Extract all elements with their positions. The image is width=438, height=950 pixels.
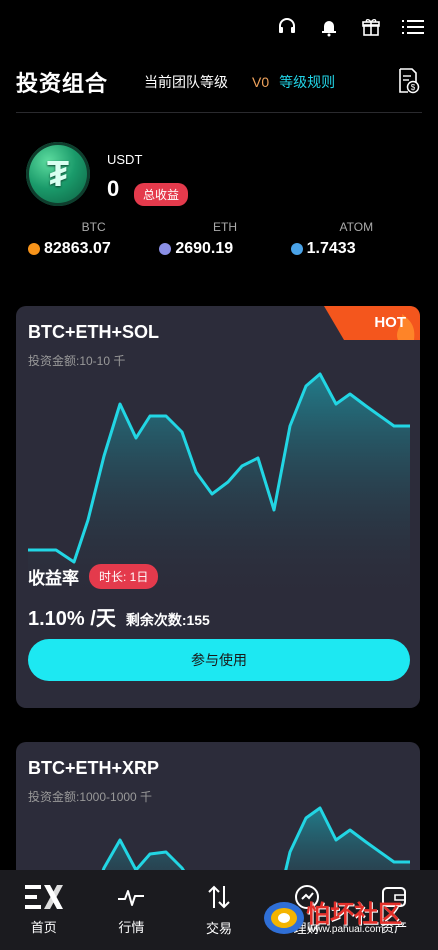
eth-coin-icon — [159, 243, 172, 255]
ex-logo-icon — [24, 884, 63, 909]
tab-trade[interactable]: 交易 — [175, 870, 263, 950]
product-card[interactable]: HOT BTC+ETH+SOL 投资金额:10-10 千 收益率 时长: 1日 … — [16, 306, 420, 708]
watermark-url: www.pahuai.com — [308, 924, 384, 935]
yield-label: 收益率 — [28, 569, 79, 588]
records-icon[interactable]: $ — [398, 68, 420, 99]
divider — [16, 112, 422, 113]
asset-name: ATOM — [339, 220, 374, 234]
asset-name: ETH — [212, 220, 237, 234]
investment-range: 投资金额:1000-1000 千 — [28, 790, 153, 804]
total-earnings-badge: 总收益 — [134, 183, 189, 206]
asset-price: 2690.19 — [175, 240, 234, 257]
tab-market[interactable]: 行情 — [88, 870, 176, 950]
level-rules-link[interactable]: 等级规则 — [279, 72, 335, 92]
headset-icon[interactable] — [276, 16, 298, 38]
hot-badge: HOT — [324, 306, 420, 340]
investment-range: 投资金额:10-10 千 — [28, 354, 126, 368]
asset-btc: BTC 82863.07 — [28, 220, 159, 258]
hot-label: HOT — [374, 314, 406, 331]
top-icon-bar — [276, 10, 424, 44]
product-name: BTC+ETH+XRP — [28, 758, 160, 778]
duration-badge: 时长: 1日 — [89, 564, 159, 589]
swap-icon — [208, 885, 230, 908]
page-title: 投资组合 — [16, 71, 109, 96]
join-button[interactable]: 参与使用 — [28, 639, 410, 681]
atom-coin-icon — [290, 243, 303, 255]
page-header: 投资组合 当前团队等级 V0 等级规则 $ — [16, 62, 422, 102]
tab-label: 首页 — [30, 919, 57, 935]
asset-atom: ATOM 1.7433 — [290, 220, 422, 258]
btc-coin-icon — [28, 243, 40, 255]
level-value: V0 — [252, 74, 270, 90]
remaining-count: 剩余次数:155 — [125, 612, 210, 628]
tab-label: 交易 — [205, 920, 232, 936]
daily-rate: 1.10% /天 — [28, 608, 116, 630]
currency-label: USDT — [107, 152, 143, 167]
team-level-label: 当前团队等级 — [144, 74, 229, 90]
menu-icon[interactable] — [402, 16, 424, 38]
asset-eth: ETH 2690.19 — [159, 220, 290, 258]
gift-icon[interactable] — [360, 16, 382, 38]
asset-name: BTC — [81, 220, 106, 234]
tab-label: 行情 — [118, 919, 145, 935]
tab-home[interactable]: 首页 — [0, 870, 88, 950]
product-name: BTC+ETH+SOL — [28, 322, 160, 342]
svg-text:$: $ — [411, 83, 416, 92]
asset-price: 82863.07 — [44, 240, 111, 257]
asset-price: 1.7433 — [306, 240, 356, 257]
bell-icon[interactable] — [318, 16, 340, 38]
asset-prices: BTC 82863.07 ETH 2690.19 ATOM 1.7433 — [28, 220, 422, 258]
watermark: 怕坏社区 www.pahuai.com — [262, 894, 432, 942]
total-earnings-value: 0 — [107, 176, 120, 201]
pulse-icon — [118, 889, 145, 906]
usdt-coin-icon: ₮ — [26, 142, 90, 206]
watermark-logo-icon — [264, 902, 304, 934]
